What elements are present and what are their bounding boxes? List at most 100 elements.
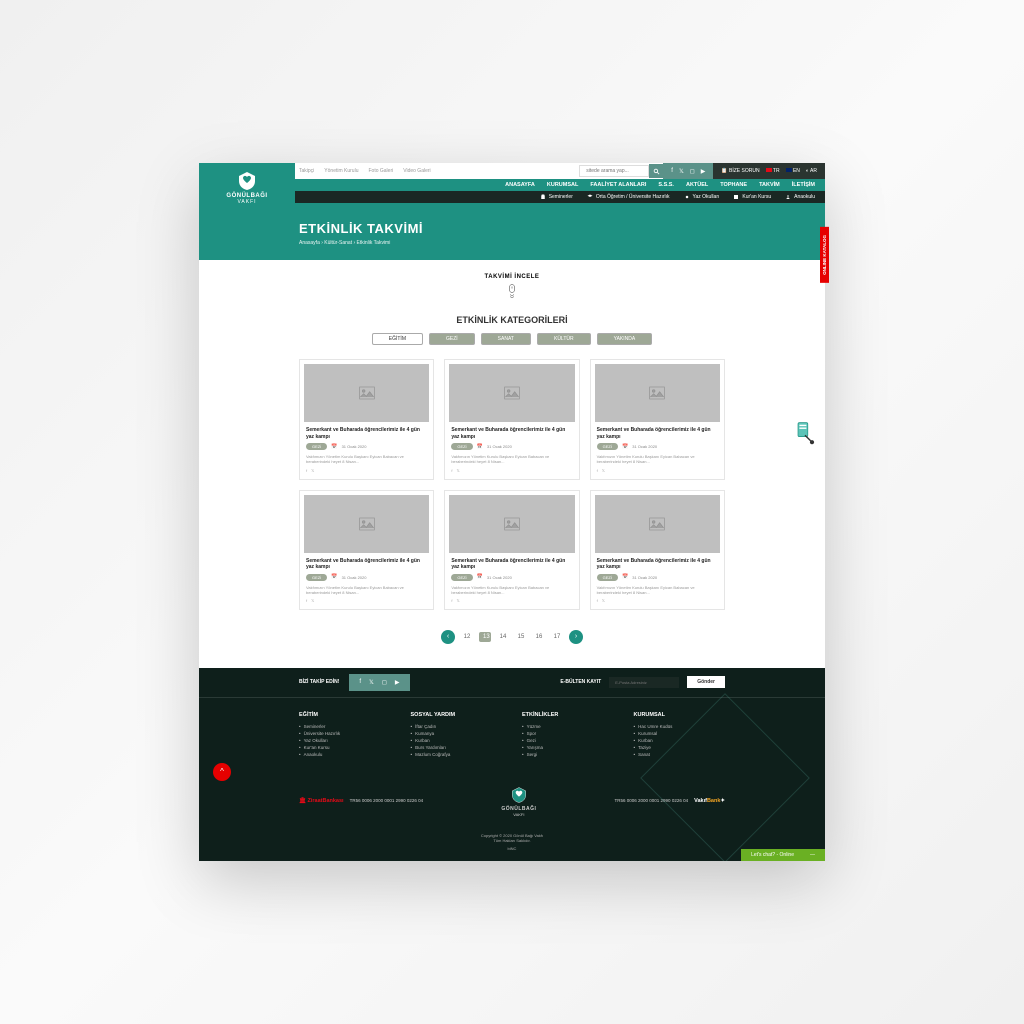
share-tw-icon[interactable]: 𝕏 <box>311 468 314 473</box>
event-card[interactable]: Semerkant ve Buharada öğrencilerimiz ile… <box>590 359 725 479</box>
share-tw-icon[interactable]: 𝕏 <box>311 598 314 603</box>
share-fb-icon[interactable]: f <box>306 468 307 473</box>
newsletter-input[interactable] <box>609 677 679 688</box>
event-card[interactable]: Semerkant ve Buharada öğrencilerimiz ile… <box>590 490 725 610</box>
subnav-item[interactable]: Orta Öğretim / Üniversite Hazırlık <box>587 194 670 200</box>
card-image-placeholder <box>449 495 574 553</box>
instagram-icon[interactable]: ◻ <box>690 168 695 175</box>
youtube-icon[interactable]: ▶ <box>395 679 400 686</box>
calendar-icon: 📅 <box>331 444 337 450</box>
newsletter-button[interactable]: Gönder <box>687 676 725 688</box>
scroll-top-button[interactable]: ^ <box>213 763 231 781</box>
share-tw-icon[interactable]: 𝕏 <box>602 468 605 473</box>
catalog-tab[interactable]: ONLINE KATALOG <box>820 227 829 283</box>
top-link[interactable]: Takipçi <box>299 168 314 174</box>
youtube-icon[interactable]: ▶ <box>701 168 706 175</box>
tab-yakinda[interactable]: YAKINDA <box>597 333 653 345</box>
facebook-icon[interactable]: f <box>359 679 361 686</box>
footer-link[interactable]: Kur'an Kursu <box>299 745 391 750</box>
event-card[interactable]: Semerkant ve Buharada öğrencilerimiz ile… <box>444 490 579 610</box>
page-num[interactable]: 12 <box>461 634 473 640</box>
tab-kultur[interactable]: KÜLTÜR <box>537 333 591 345</box>
page-num[interactable]: 16 <box>533 634 545 640</box>
subnav-item[interactable]: Seminerler <box>540 194 573 200</box>
footer-column: ETKİNLİKLERYüzmeSporGeziYarışmaSergi <box>522 712 614 759</box>
share-tw-icon[interactable]: 𝕏 <box>456 468 459 473</box>
tab-sanat[interactable]: SANAT <box>481 333 531 345</box>
search-button[interactable] <box>649 164 663 178</box>
nav-item[interactable]: TAKVİM <box>759 182 780 188</box>
chat-widget[interactable]: Let's chat? - Online— <box>741 849 825 861</box>
footer-link[interactable]: Kumanya <box>411 731 503 736</box>
instagram-icon[interactable]: ◻ <box>382 679 387 686</box>
chat-minimize-icon[interactable]: — <box>810 852 815 858</box>
footer-link[interactable]: Yarışma <box>522 745 614 750</box>
card-date: 31 Ocak 2020 <box>342 575 367 580</box>
share-tw-icon[interactable]: 𝕏 <box>602 598 605 603</box>
lang-tr[interactable]: TR <box>766 168 780 174</box>
footer-link[interactable]: Seminerler <box>299 724 391 729</box>
footer-link[interactable]: Gezi <box>522 738 614 743</box>
nav-item[interactable]: ANASAYFA <box>505 182 535 188</box>
top-right: 📋 BİZE SORUN TR EN ◐ AR <box>713 163 825 179</box>
card-desc: Vakfımızın Yönetim Kurulu Başkanı Eyican… <box>451 454 572 464</box>
nav-item[interactable]: TOPHANE <box>720 182 747 188</box>
subnav-item[interactable]: Kur'an Kursu <box>733 194 771 200</box>
facebook-icon[interactable]: f <box>671 168 673 174</box>
nav-item[interactable]: İLETİŞİM <box>792 182 815 188</box>
tab-gezi[interactable]: GEZİ <box>429 333 475 345</box>
page-num[interactable]: 14 <box>497 634 509 640</box>
tab-egitim[interactable]: EĞİTİM <box>372 333 423 345</box>
twitter-icon[interactable]: 𝕏 <box>369 679 374 686</box>
page-num[interactable]: 17 <box>551 634 563 640</box>
breadcrumb[interactable]: Anasayfa › Kültür-Sanat › Etkinlik Takvi… <box>299 240 815 246</box>
top-link[interactable]: Video Galeri <box>403 168 430 174</box>
share-tw-icon[interactable]: 𝕏 <box>456 598 459 603</box>
share-fb-icon[interactable]: f <box>597 468 598 473</box>
footer-link[interactable]: Anaokulu <box>299 752 391 757</box>
event-card[interactable]: Semerkant ve Buharada öğrencilerimiz ile… <box>299 490 434 610</box>
footer-link[interactable]: Spor <box>522 731 614 736</box>
subnav-item[interactable]: Anaokulu <box>785 194 815 200</box>
footer-link[interactable]: Kurban <box>411 738 503 743</box>
search-input[interactable] <box>579 165 649 177</box>
footer-link[interactable]: İftar Çadırı <box>411 724 503 729</box>
footer-link[interactable]: Üniversite Hazırlık <box>299 731 391 736</box>
card-desc: Vakfımızın Yönetim Kurulu Başkanı Eyican… <box>597 585 718 595</box>
subnav-item[interactable]: Yaz Okulları <box>684 194 720 200</box>
share-fb-icon[interactable]: f <box>451 598 452 603</box>
nav-item[interactable]: FAALİYET ALANLARI <box>590 182 646 188</box>
footer-link[interactable]: Yaz Okulları <box>299 738 391 743</box>
top-link[interactable]: Foto Galeri <box>368 168 393 174</box>
nav-item[interactable]: AKTÜEL <box>686 182 708 188</box>
card-badge: GEZİ <box>451 443 472 450</box>
footer-column: SOSYAL YARDIM İftar Çadırı Kumanya Kurban Bu… <box>411 712 503 759</box>
twitter-icon[interactable]: 𝕏 <box>679 168 684 175</box>
footer-link[interactable]: Mazlum Coğrafya <box>411 752 503 757</box>
lang-en[interactable]: EN <box>786 168 800 174</box>
footer-link[interactable]: Yüzme <box>522 724 614 729</box>
share-fb-icon[interactable]: f <box>306 598 307 603</box>
share-fb-icon[interactable]: f <box>597 598 598 603</box>
footer-link[interactable]: Sergi <box>522 752 614 757</box>
calendar-icon: 📅 <box>622 444 628 450</box>
top-link[interactable]: Yönetim Kurulu <box>324 168 358 174</box>
event-card[interactable]: Semerkant ve Buharada öğrencilerimiz ile… <box>444 359 579 479</box>
lang-ar[interactable]: ◐ AR <box>806 168 817 174</box>
nav-item[interactable]: S.S.S. <box>658 182 674 188</box>
card-image-placeholder <box>304 495 429 553</box>
page-next[interactable]: › <box>569 630 583 644</box>
page-num[interactable]: 15 <box>515 634 527 640</box>
logo[interactable]: GÖNÜLBAĞI VAKFI <box>199 163 295 211</box>
footer-link[interactable]: Burs Yardımları <box>411 745 503 750</box>
footer-heading: SOSYAL YARDIM <box>411 712 503 718</box>
page-num-active[interactable]: 13 <box>479 632 491 642</box>
login-link[interactable]: 📋 BİZE SORUN <box>721 168 759 174</box>
nav-item[interactable]: KURUMSAL <box>547 182 578 188</box>
page-prev[interactable]: ‹ <box>441 630 455 644</box>
section-label: TAKVİMİ İNCELE <box>199 274 825 280</box>
event-card[interactable]: Semerkant ve Buharada öğrencilerimiz ile… <box>299 359 434 479</box>
share-fb-icon[interactable]: f <box>451 468 452 473</box>
footer: BİZİ TAKİP EDİN! f 𝕏 ◻ ▶ E-BÜLTEN KAYIT … <box>199 668 825 861</box>
category-tabs: EĞİTİM GEZİ SANAT KÜLTÜR YAKINDA <box>199 333 825 345</box>
